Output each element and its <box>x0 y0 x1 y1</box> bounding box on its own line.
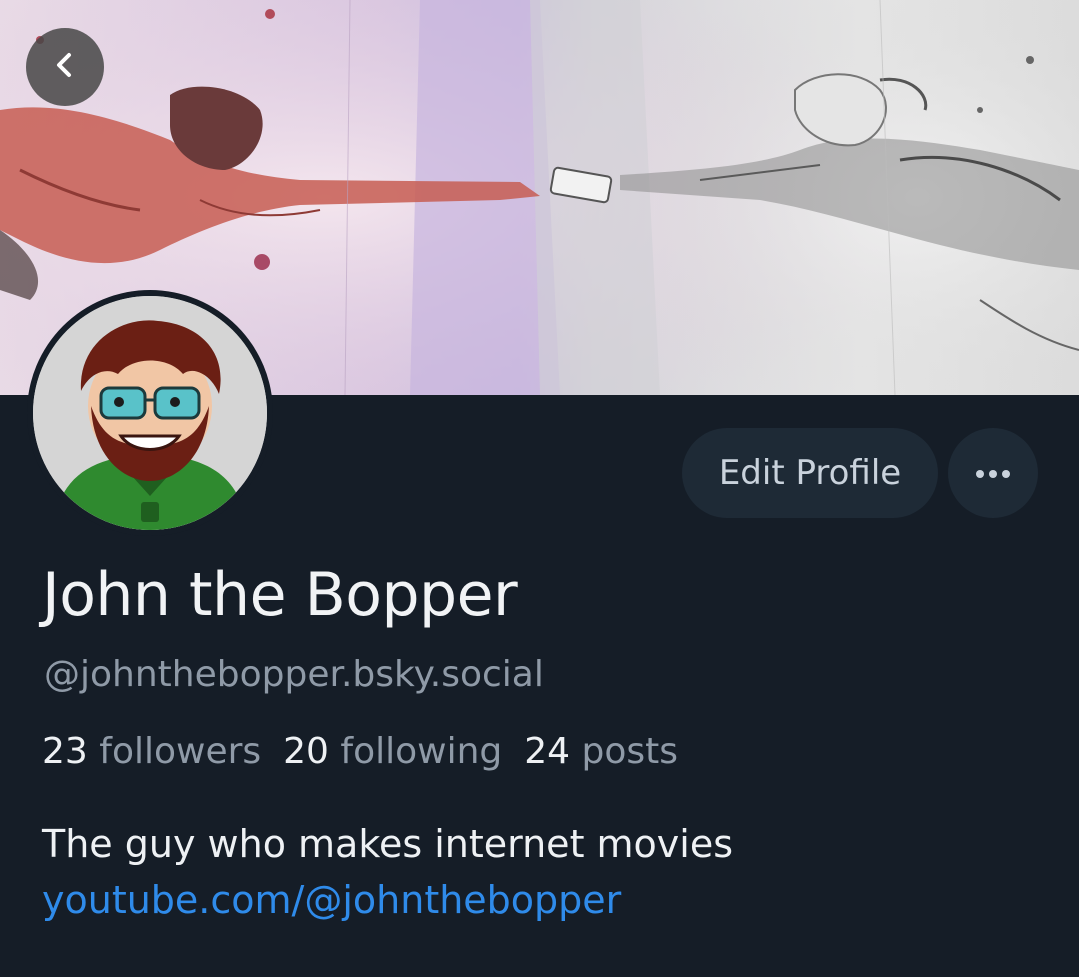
avatar-image <box>33 296 267 530</box>
edit-profile-button[interactable]: Edit Profile <box>682 428 938 518</box>
followers-label: followers <box>99 731 262 772</box>
following-stat[interactable]: 20 following <box>283 731 502 772</box>
display-name: John the Bopper <box>42 560 518 630</box>
profile-stats: 23 followers 20 following 24 posts <box>42 731 678 772</box>
profile-bio: The guy who makes internet movies <box>42 822 734 866</box>
following-count: 20 <box>283 731 329 772</box>
user-handle: @johnthebopper.bsky.social <box>44 654 544 695</box>
followers-count: 23 <box>42 731 88 772</box>
bio-link[interactable]: youtube.com/@johnthebopper <box>42 878 621 922</box>
profile-page: Edit Profile John the Bopper @johnthebop… <box>0 0 1079 977</box>
chevron-left-icon <box>50 50 80 84</box>
following-label: following <box>340 731 503 772</box>
back-button[interactable] <box>26 28 104 106</box>
posts-label: posts <box>581 731 679 772</box>
posts-count: 24 <box>524 731 571 772</box>
more-options-button[interactable] <box>948 428 1038 518</box>
avatar[interactable] <box>27 290 273 536</box>
posts-stat: 24 posts <box>524 731 678 772</box>
ellipsis-icon <box>973 464 1013 483</box>
followers-stat[interactable]: 23 followers <box>42 731 261 772</box>
